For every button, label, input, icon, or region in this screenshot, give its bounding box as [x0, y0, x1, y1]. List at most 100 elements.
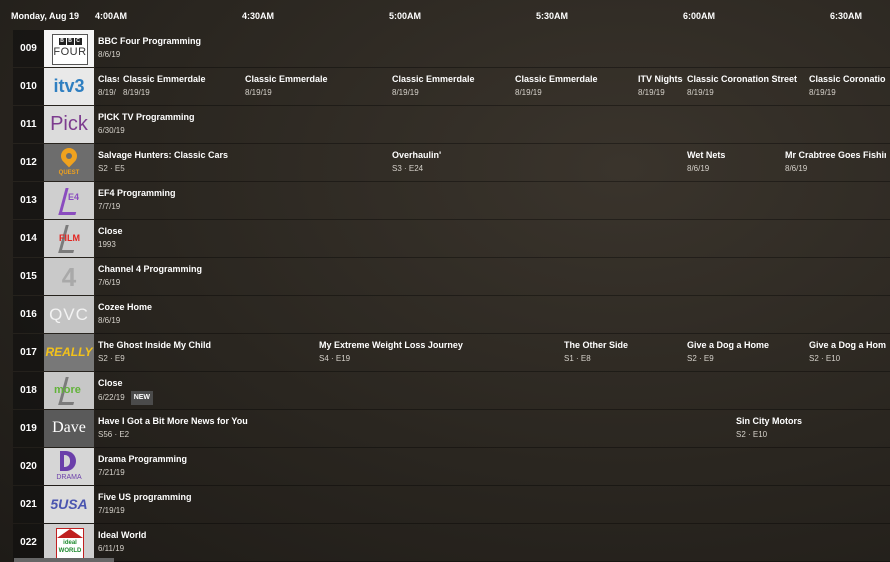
program-cell[interactable]: Salvage Hunters: Classic Cars S2 · E5 — [98, 149, 388, 175]
program-cell[interactable]: Give a Dog a Home S2 · E9 — [687, 339, 805, 365]
channel-logo-ideal-world[interactable]: ideal WORLD — [44, 524, 94, 561]
channel-number[interactable]: 012 — [13, 144, 44, 181]
channel-logo-bbc-four[interactable]: B B C FOUR — [44, 30, 94, 67]
program-cell[interactable]: Sin City Motors S2 · E10 — [736, 415, 886, 441]
program-cell[interactable]: Classic Coronation S 8/19/19 — [809, 73, 886, 99]
channel-logo-film4[interactable]: FILM — [44, 220, 94, 257]
logo-graphic: BBC — [53, 38, 87, 45]
channel-logo-text: Dave — [52, 419, 86, 436]
channel-number[interactable]: 018 — [13, 372, 44, 409]
program-meta: 8/19/19 — [638, 87, 683, 99]
time-slot-label: 5:00AM — [389, 11, 422, 21]
channel-logo-pick[interactable]: Pick — [44, 106, 94, 143]
program-subtitle: 8/6/19 — [785, 164, 808, 173]
program-cell[interactable]: Drama Programming 7/21/19 — [98, 453, 886, 479]
logo-graphic: ideal WORLD — [56, 528, 84, 559]
program-meta: 8/19/19 — [123, 87, 241, 99]
program-title: Have I Got a Bit More News for You — [98, 416, 248, 426]
channel-logo-text: FILM — [59, 233, 80, 243]
program-cell[interactable]: Classic Emmerdale 8/19/19 — [515, 73, 634, 99]
program-cell[interactable]: ITV Nightsc 8/19/19 — [638, 73, 683, 99]
program-cell[interactable]: EF4 Programming 7/7/19 — [98, 187, 886, 213]
program-meta: S2 · E10 — [736, 429, 886, 441]
program-meta: S56 · E2 — [98, 429, 732, 441]
program-meta: 8/19/19 — [245, 87, 388, 99]
channel-logo-text: 4 — [61, 262, 77, 292]
program-subtitle: 6/22/19 — [98, 393, 125, 403]
program-cell[interactable]: My Extreme Weight Loss Journey S4 · E19 — [319, 339, 560, 365]
channel-number[interactable]: 017 — [13, 334, 44, 371]
channel-number[interactable]: 014 — [13, 220, 44, 257]
program-subtitle: S2 · E10 — [809, 354, 841, 363]
program-cell[interactable]: Classic Emmerdale 8/19/19 — [123, 73, 241, 99]
channel-number[interactable]: 015 — [13, 258, 44, 295]
program-meta: 8/19/19 — [687, 87, 805, 99]
channel-logo-quest[interactable]: QUEST — [44, 144, 94, 181]
program-title: Give a Dog a Home — [809, 340, 886, 350]
program-cell[interactable]: Close 6/22/19 NEW — [98, 377, 886, 405]
program-subtitle: 8/6/19 — [687, 164, 710, 173]
program-cell[interactable]: Mr Crabtree Goes Fishing 8/6/19 — [785, 149, 886, 175]
channel-logo-5usa[interactable]: 5USA — [44, 486, 94, 523]
program-subtitle: 8/19/19 — [392, 88, 419, 97]
program-subtitle: 1993 — [98, 240, 116, 249]
program-cell[interactable]: Channel 4 Programming 7/6/19 — [98, 263, 886, 289]
program-cell[interactable]: Classic Emmerdale 8/19/19 — [245, 73, 388, 99]
channel-row-016: 016 QVC Cozee Home 8/6/19 — [0, 296, 890, 334]
program-meta: 7/19/19 — [98, 505, 886, 517]
program-subtitle: 8/19/19 — [245, 88, 272, 97]
channel-number[interactable]: 009 — [13, 30, 44, 67]
program-meta: 8/19/ — [98, 87, 119, 99]
program-cell[interactable]: BBC Four Programming 8/6/19 — [98, 35, 886, 61]
channel-row-015: 015 4 Channel 4 Programming 7/6/19 — [0, 258, 890, 296]
channel-number[interactable]: 021 — [13, 486, 44, 523]
channel-number[interactable]: 020 — [13, 448, 44, 485]
guide-date: Monday, Aug 19 — [11, 11, 80, 21]
program-meta: 7/7/19 — [98, 201, 886, 213]
program-cell[interactable]: Classic Coronation Street 8/19/19 — [687, 73, 805, 99]
channel-logo-dave[interactable]: Dave — [44, 410, 94, 447]
program-title: Classic Emmerdale — [515, 74, 598, 84]
program-cell[interactable]: Have I Got a Bit More News for You S56 · … — [98, 415, 732, 441]
program-cell[interactable]: The Ghost Inside My Child S2 · E9 — [98, 339, 315, 365]
program-meta: 8/6/19 — [98, 49, 886, 61]
channel-number[interactable]: 019 — [13, 410, 44, 447]
program-cell[interactable]: Overhaulin' S3 · E24 — [392, 149, 683, 175]
channel-logo-channel4[interactable]: 4 — [44, 258, 94, 295]
channel-number[interactable]: 011 — [13, 106, 44, 143]
program-title: My Extreme Weight Loss Journey — [319, 340, 463, 350]
channel-number[interactable]: 010 — [13, 68, 44, 105]
channel-logo-4more[interactable]: more — [44, 372, 94, 409]
channel-row-014: 014 FILM Close 1993 — [0, 220, 890, 258]
channel-number[interactable]: 013 — [13, 182, 44, 219]
program-cell[interactable]: Classic Emmerdale 8/19/19 — [392, 73, 511, 99]
logo-graphic — [66, 153, 72, 159]
channel-logo-text: Pick — [50, 113, 88, 135]
channel-logo-qvc[interactable]: QVC — [44, 296, 94, 333]
logo-graphic: B — [58, 38, 66, 45]
program-meta: S2 · E9 — [687, 353, 805, 365]
program-cell[interactable]: PICK TV Programming 6/30/19 — [98, 111, 886, 137]
channel-logo-e4[interactable]: E4 — [44, 182, 94, 219]
program-cell[interactable]: Give a Dog a Home S2 · E10 — [809, 339, 886, 365]
channel-logo-really[interactable]: REALLY — [44, 334, 94, 371]
program-meta: 8/19/19 — [809, 87, 886, 99]
program-subtitle: 8/6/19 — [98, 50, 121, 59]
program-cell[interactable]: Class 8/19/ — [98, 73, 119, 99]
program-cell[interactable]: Ideal World 6/11/19 — [98, 529, 886, 555]
channel-logo-text: DRAMA — [56, 474, 82, 481]
program-subtitle: 8/19/19 — [638, 88, 665, 97]
program-cell[interactable]: Five US programming 7/19/19 — [98, 491, 886, 517]
program-cell[interactable]: Close 1993 — [98, 225, 886, 251]
program-subtitle: S2 · E10 — [736, 430, 768, 439]
channel-number[interactable]: 022 — [13, 524, 44, 561]
channel-logo-drama[interactable]: DRAMA — [44, 448, 94, 485]
logo-graphic — [57, 529, 83, 538]
channel-logo-itv3[interactable]: itv3 — [44, 68, 94, 105]
program-subtitle: 8/19/19 — [687, 88, 714, 97]
channel-number[interactable]: 016 — [13, 296, 44, 333]
program-cell[interactable]: The Other Side S1 · E8 — [564, 339, 683, 365]
horizontal-scrollbar[interactable] — [14, 558, 114, 562]
program-cell[interactable]: Cozee Home 8/6/19 — [98, 301, 886, 327]
program-cell[interactable]: Wet Nets 8/6/19 — [687, 149, 781, 175]
